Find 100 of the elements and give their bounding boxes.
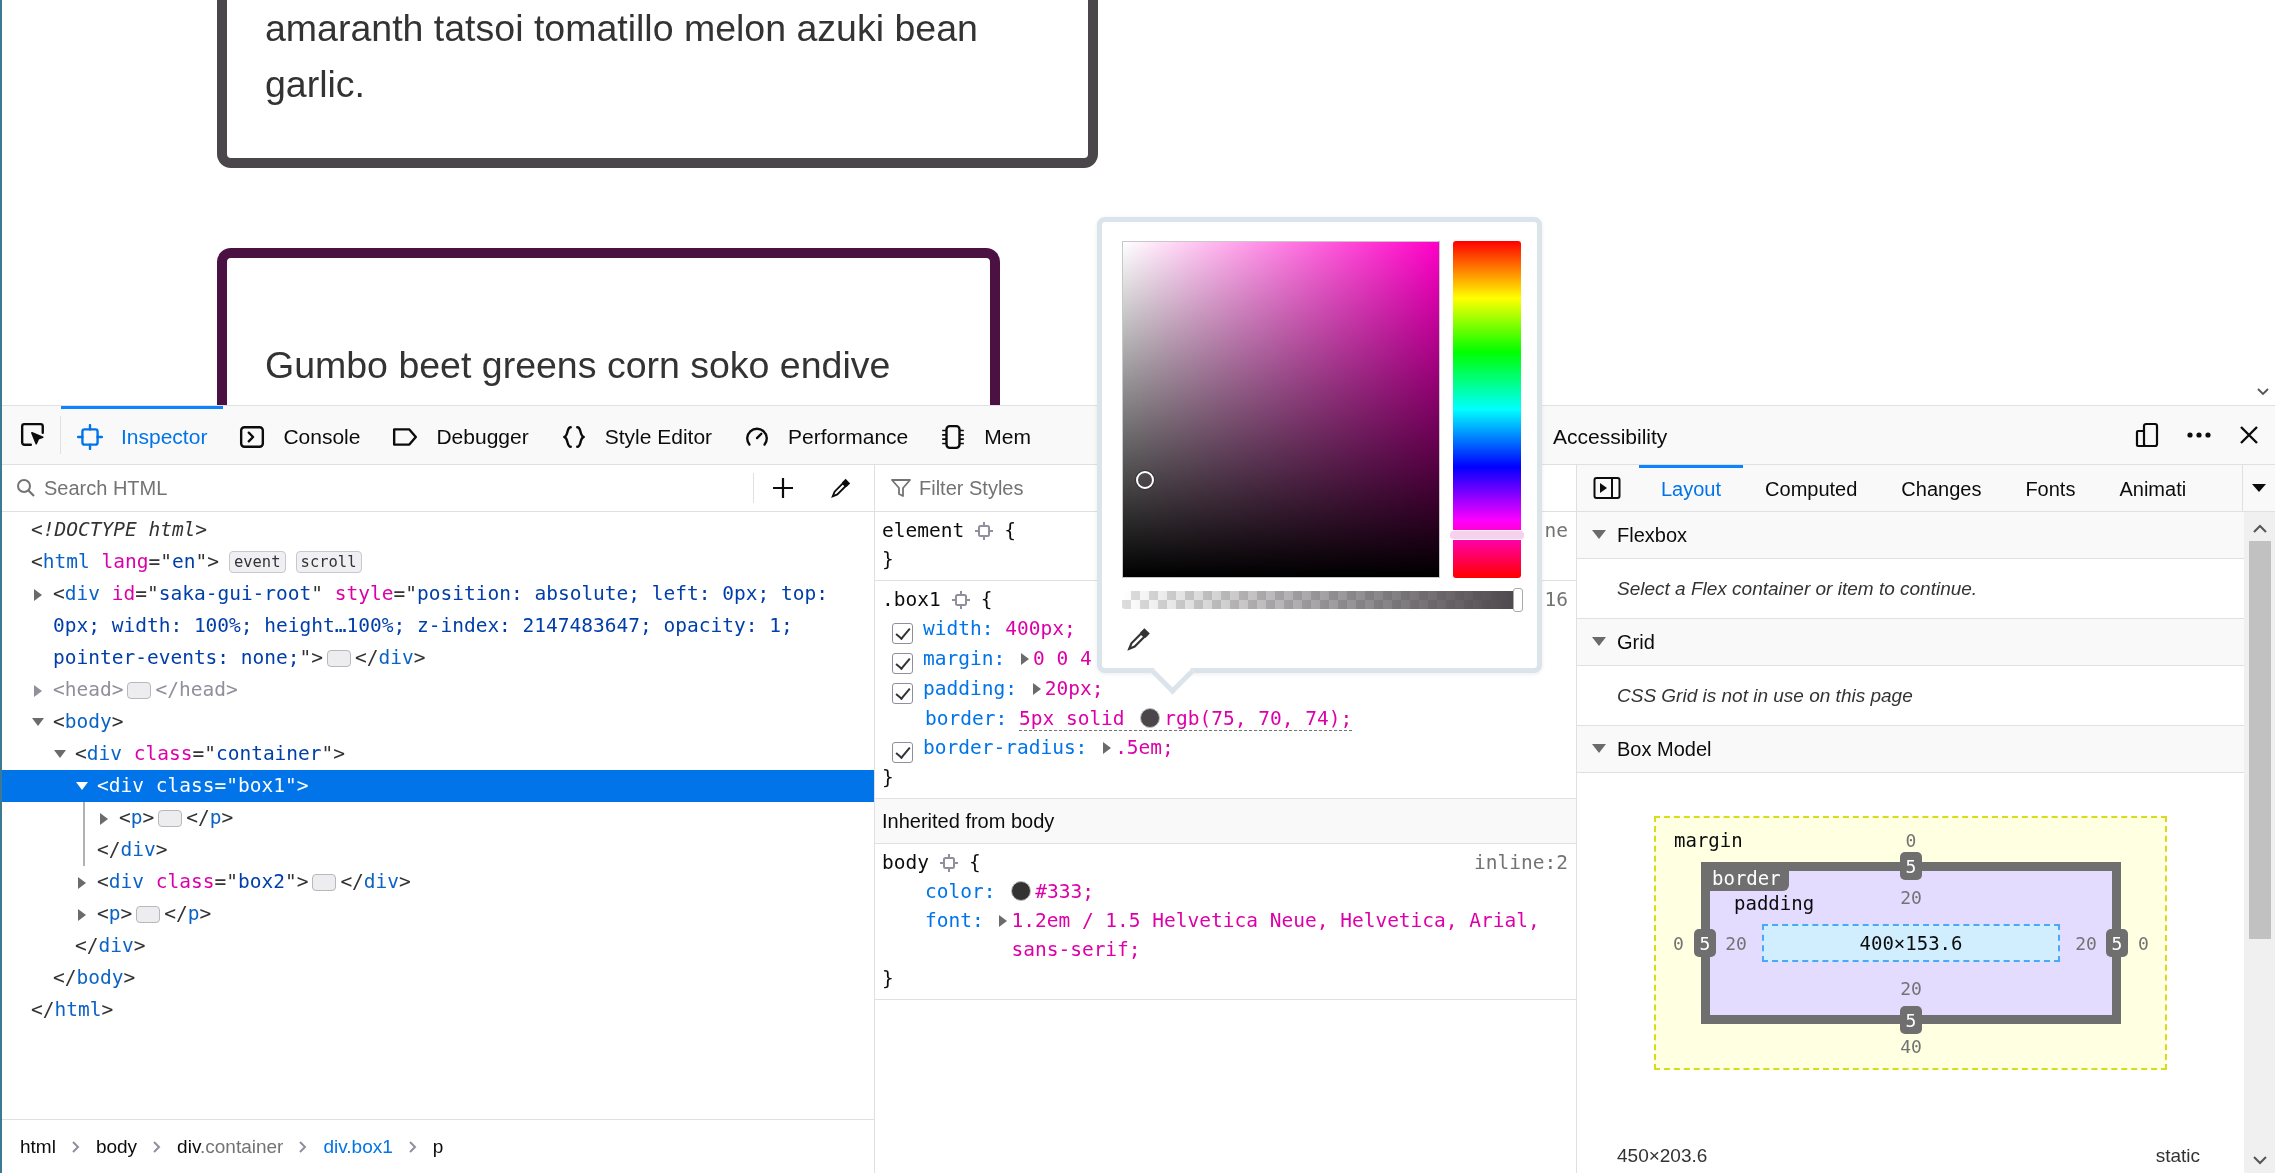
filter-field[interactable]: Filter Styles bbox=[917, 475, 1576, 501]
scrollbar[interactable] bbox=[2244, 512, 2275, 1173]
devtools-tab[interactable]: Debugger bbox=[376, 406, 545, 464]
box-model-value[interactable]: 0 bbox=[1905, 829, 1917, 851]
braces-icon bbox=[560, 423, 587, 450]
checkbox[interactable] bbox=[892, 683, 913, 704]
color-area[interactable] bbox=[1122, 241, 1440, 578]
eyedropper-icon[interactable] bbox=[1126, 626, 1152, 652]
border-width-badge[interactable]: 5 bbox=[1900, 1006, 1922, 1034]
property-value: 20px; bbox=[1044, 676, 1104, 702]
element-picker-icon[interactable] bbox=[20, 422, 46, 448]
element-tag[interactable]: <p> </p> bbox=[119, 802, 234, 834]
sidebar-tab[interactable]: Computed bbox=[1743, 465, 1880, 511]
box-model-value[interactable]: 20 bbox=[2075, 932, 2097, 954]
sidebar-tab[interactable]: Changes bbox=[1879, 465, 2004, 511]
border-width-badge[interactable]: 5 bbox=[2106, 929, 2128, 957]
closing-tag: </html> bbox=[31, 998, 114, 1021]
plus-icon[interactable] bbox=[772, 477, 794, 499]
box-model-value[interactable]: 0 bbox=[1673, 932, 1684, 954]
selected-row[interactable]: <div class="box1"> bbox=[2, 770, 874, 802]
checkbox[interactable] bbox=[892, 623, 913, 644]
css-selector: body bbox=[882, 850, 929, 876]
devtools-tab[interactable]: Inspector bbox=[61, 406, 224, 464]
breadcrumb[interactable]: div.container bbox=[173, 1135, 288, 1158]
box-model-value[interactable]: 20 bbox=[1725, 932, 1747, 954]
close-icon[interactable] bbox=[2239, 425, 2259, 445]
breadcrumb[interactable]: html bbox=[16, 1135, 60, 1158]
box-label: padding bbox=[1733, 890, 1815, 914]
brace: } bbox=[882, 966, 895, 992]
expand-triangle-icon[interactable] bbox=[1019, 652, 1030, 666]
property-value: 1.2em / 1.5 Helvetica Neue, Helvetica, Arial, sans-serif; bbox=[1011, 908, 1541, 963]
element-tag[interactable]: <html lang="en"> bbox=[31, 546, 219, 578]
element-tag[interactable]: <div class="box1"> bbox=[97, 770, 309, 802]
rule-source[interactable]: ne bbox=[1544, 516, 1568, 545]
box-model-value[interactable]: 40 bbox=[1900, 1035, 1922, 1057]
hue-slider-thumb[interactable] bbox=[1449, 530, 1525, 541]
breadcrumb[interactable]: body bbox=[91, 1135, 142, 1158]
box-model-value[interactable]: 20 bbox=[1900, 978, 1922, 999]
devtools-tab[interactable]: Accessibility bbox=[1536, 406, 1684, 464]
devtools-tab[interactable]: Style Editor bbox=[544, 406, 729, 464]
section-title: Grid bbox=[1617, 630, 1655, 654]
border-width-badge[interactable]: 5 bbox=[1900, 852, 1922, 880]
node-highlight-icon[interactable] bbox=[950, 589, 971, 610]
checkbox[interactable] bbox=[892, 653, 913, 674]
box-label: margin bbox=[1673, 829, 1743, 851]
tag-badge[interactable]: event bbox=[228, 551, 286, 573]
element-tag[interactable]: <div class="box2"> </div> bbox=[97, 866, 411, 898]
property-value: rgb(75, 70, 74); bbox=[1164, 706, 1353, 732]
property-name: color: bbox=[925, 880, 996, 903]
content-size-box: 400×153.6 bbox=[1762, 924, 2060, 962]
sidebar-toggle-icon[interactable] bbox=[1593, 476, 1621, 500]
scrollbar-thumb[interactable] bbox=[2248, 541, 2271, 939]
element-tag[interactable]: <div id="saka-gui-root" style="position: absolute; left: 0px; top: 0px; width: 100%; height…100%; z-index: 2147483647; opacity: 1; pointer-events: none;"> </div> bbox=[53, 578, 860, 674]
responsive-design-icon[interactable] bbox=[2135, 422, 2159, 448]
collapse-triangle-icon[interactable] bbox=[1591, 743, 1607, 755]
brace: } bbox=[882, 547, 895, 573]
alpha-slider[interactable] bbox=[1122, 591, 1521, 609]
section-header: Inherited from body bbox=[875, 799, 1576, 844]
chevron-right-icon bbox=[153, 1140, 162, 1153]
breadcrumb[interactable]: div.box1 bbox=[319, 1135, 397, 1158]
expand-triangle-icon[interactable] bbox=[1102, 741, 1113, 755]
rule-source[interactable]: inline:2 bbox=[1474, 848, 1568, 877]
expand-triangle-icon[interactable] bbox=[1031, 682, 1042, 696]
devtools-tab[interactable]: Performance bbox=[728, 406, 925, 464]
element-tag[interactable]: <div class="container"> bbox=[75, 738, 346, 770]
devtools-tab[interactable]: Console bbox=[223, 406, 377, 464]
more-options-icon[interactable] bbox=[2187, 432, 2211, 438]
sidebar-tab[interactable]: Fonts bbox=[2003, 465, 2098, 511]
checkbox[interactable] bbox=[892, 742, 913, 763]
empty-message: CSS Grid is not in use on this page bbox=[1617, 684, 1913, 707]
element-size: 450×203.6 bbox=[1617, 1145, 1708, 1167]
empty-message: Select a Flex container or item to continue. bbox=[1617, 577, 1978, 600]
color-area-thumb[interactable] bbox=[1136, 470, 1155, 489]
tag-badge[interactable]: scroll bbox=[295, 551, 362, 573]
alpha-slider-thumb[interactable] bbox=[1513, 588, 1523, 612]
chevron-right-icon bbox=[71, 1140, 80, 1153]
collapse-triangle-icon[interactable] bbox=[1591, 636, 1607, 648]
brace: { bbox=[980, 587, 993, 613]
collapse-triangle-icon[interactable] bbox=[1591, 529, 1607, 541]
color-swatch[interactable] bbox=[1140, 708, 1161, 728]
breadcrumb[interactable]: p bbox=[428, 1135, 448, 1158]
color-swatch[interactable] bbox=[1011, 881, 1032, 901]
dropdown-caret-icon[interactable] bbox=[2251, 483, 2267, 493]
rule-source[interactable]: 16 bbox=[1544, 585, 1568, 614]
node-highlight-icon[interactable] bbox=[938, 852, 959, 873]
property-value: 0 0 4 bbox=[1032, 646, 1092, 672]
node-highlight-icon[interactable] bbox=[974, 520, 995, 541]
search-field[interactable]: Search HTML bbox=[42, 475, 753, 501]
box-model-value[interactable]: 0 bbox=[2138, 932, 2149, 954]
eyedropper-icon[interactable] bbox=[830, 477, 852, 499]
box-model-value[interactable]: 20 bbox=[1900, 887, 1922, 908]
border-width-badge[interactable]: 5 bbox=[1694, 929, 1716, 957]
brace: } bbox=[882, 765, 895, 791]
element-tag[interactable]: <p> </p> bbox=[97, 898, 212, 930]
devtools-tab[interactable]: Mem bbox=[924, 406, 1047, 464]
element-tag[interactable]: <body> bbox=[53, 706, 124, 738]
expand-triangle-icon[interactable] bbox=[998, 914, 1009, 928]
css-selector: element bbox=[882, 518, 965, 544]
property-value: #333; bbox=[1035, 879, 1094, 905]
sidebar-tab[interactable]: Animati bbox=[2097, 465, 2209, 511]
